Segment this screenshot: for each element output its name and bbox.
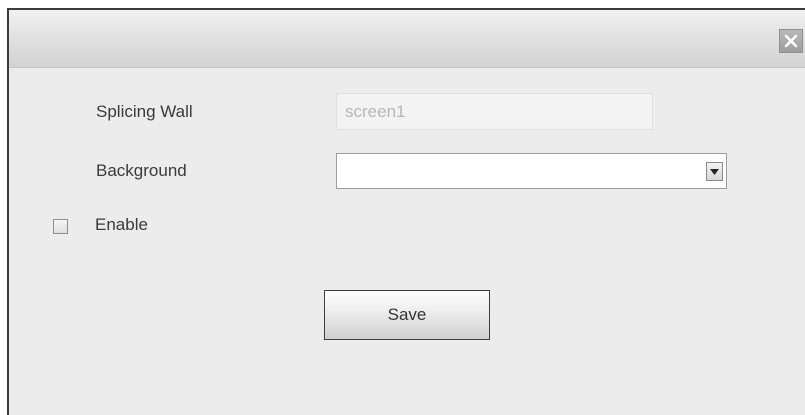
splicing-wall-input[interactable] xyxy=(336,93,653,130)
enable-label: Enable xyxy=(95,215,148,234)
close-icon xyxy=(784,34,798,48)
background-select[interactable] xyxy=(336,153,727,189)
background-label: Background xyxy=(96,161,187,180)
background-dropdown-button[interactable] xyxy=(706,162,723,181)
close-button[interactable] xyxy=(779,29,803,53)
save-button[interactable]: Save xyxy=(324,290,490,340)
splicing-wall-label: Splicing Wall xyxy=(96,102,193,121)
splicing-wall-dialog: Splicing Wall Background Enable Save xyxy=(7,8,805,415)
chevron-down-icon xyxy=(710,169,719,175)
enable-checkbox[interactable] xyxy=(53,219,68,234)
dialog-titlebar xyxy=(9,10,805,68)
